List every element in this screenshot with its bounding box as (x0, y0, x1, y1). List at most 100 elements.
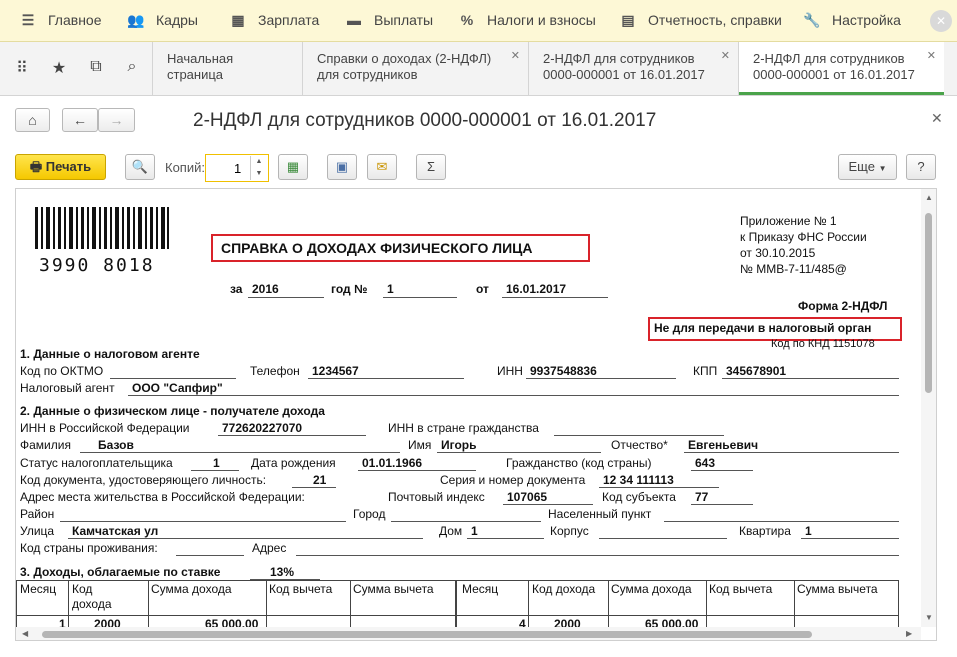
scroll-up-icon[interactable]: ▲ (925, 193, 933, 202)
street-label: Улица (20, 524, 55, 538)
scroll-right-icon[interactable]: ▶ (906, 629, 912, 638)
tab-ndfl-doc[interactable]: 2-НДФЛ для сотрудников 0000-000001 от 16… (528, 42, 738, 95)
magnifier-icon: 🔍 (131, 159, 149, 174)
kpp-value: 345678901 (726, 364, 787, 378)
close-window-icon[interactable]: ✕ (931, 110, 943, 127)
tab-home[interactable]: Начальная страница (152, 42, 302, 95)
knd-code: Код по КНД 1151078 (771, 338, 875, 350)
underline (691, 504, 753, 505)
search-icon[interactable]: ⌕ (120, 58, 144, 78)
forward-button[interactable]: → (98, 108, 135, 132)
vertical-scroll-thumb[interactable] (925, 213, 932, 393)
name-label: Имя (408, 438, 432, 452)
agent-value: ООО "Сапфир" (132, 381, 223, 395)
scroll-left-icon[interactable]: ◀ (22, 629, 28, 638)
tax-rate: 13% (270, 565, 295, 579)
close-app-icon[interactable]: ✕ (930, 10, 952, 32)
percent-icon: % (460, 12, 474, 28)
underline (554, 435, 724, 436)
postcode-label: Почтовый индекс (388, 490, 485, 504)
patronymic-label: Отчество* (611, 438, 668, 452)
doc-series-value: 12 34 111113 (603, 473, 674, 487)
print-button[interactable]: 🖶 Печать (15, 154, 106, 180)
city-label: Город (353, 507, 386, 521)
tab-ndfl-list[interactable]: Справки о доходах (2-НДФЛ) для сотрудник… (302, 42, 528, 95)
menu-item-reports[interactable]: ▤ Отчетность, справки (618, 12, 782, 29)
table-header: Месяц (20, 582, 57, 596)
name-value: Игорь (441, 438, 477, 452)
underline (467, 538, 544, 539)
back-button[interactable]: ← (62, 108, 98, 132)
save-button[interactable]: ▣ (327, 154, 357, 180)
tab-ndfl-doc-active[interactable]: 2-НДФЛ для сотрудников 0000-000001 от 16… (738, 42, 944, 95)
patronymic-value: Евгеньевич (688, 438, 759, 452)
grid-menu-icon[interactable]: ⠿ (10, 58, 34, 78)
spreadsheet-document[interactable]: 3990 8018 СПРАВКА О ДОХОДАХ ФИЗИЧЕСКОГО … (16, 189, 921, 627)
year-label: за (230, 282, 243, 296)
scroll-down-icon[interactable]: ▼ (925, 613, 933, 622)
menu-item-settings[interactable]: 🔧 Настройка (802, 12, 901, 29)
horizontal-scroll-thumb[interactable] (42, 631, 812, 638)
history-icon[interactable]: ⧉ (84, 58, 108, 78)
menu-item-payments[interactable]: ▬ Выплаты (344, 12, 433, 28)
street-value: Камчатская ул (72, 524, 159, 538)
date-value: 16.01.2017 (506, 282, 567, 296)
underline (526, 378, 676, 379)
phone-value: 1234567 (312, 364, 359, 378)
star-icon[interactable]: ★ (47, 58, 71, 78)
table-cell: 65 000.00 (645, 617, 699, 627)
vertical-scrollbar[interactable]: ▲ ▼ (921, 189, 936, 627)
inn-rf-label: ИНН в Российской Федерации (20, 421, 190, 435)
table-header: Месяц (462, 582, 499, 596)
house-value: 1 (471, 524, 478, 538)
section-2-heading: 2. Данные о физическом лице - получателе… (20, 404, 325, 418)
underline (437, 452, 601, 453)
birth-value: 01.01.1966 (362, 456, 423, 470)
number-label: год № (331, 282, 368, 296)
home-button[interactable]: ⌂ (15, 108, 50, 132)
underline (248, 297, 324, 298)
menu-item-salary[interactable]: ▦ Зарплата (228, 12, 319, 29)
surname-value: Базов (98, 438, 134, 452)
menu-item-taxes[interactable]: % Налоги и взносы (457, 12, 596, 28)
horizontal-scrollbar[interactable]: ◀ ▶ (16, 627, 921, 640)
send-email-button[interactable]: ✉ (367, 154, 397, 180)
edit-mode-button[interactable]: ▦ (278, 154, 308, 180)
floppy-icon: ▣ (335, 159, 349, 174)
doc-code-value: 21 (313, 473, 327, 487)
flat-label: Квартира (739, 524, 791, 538)
menu-item-hr[interactable]: 👥 Кадры (126, 12, 198, 29)
close-tab-icon[interactable]: ✕ (721, 48, 730, 64)
arrow-left-icon: ← (73, 112, 87, 128)
spin-up-icon[interactable]: ▲ (251, 156, 267, 168)
citizenship-label: Гражданство (код страны) (506, 456, 652, 470)
appendix-line: к Приказу ФНС России (740, 230, 867, 244)
preview-button[interactable]: 🔍 (125, 154, 155, 180)
underline (502, 297, 608, 298)
section-3-heading: 3. Доходы, облагаемые по ставке (20, 565, 221, 579)
underline (68, 538, 423, 539)
table-header: Код вычета (269, 582, 333, 596)
more-button[interactable]: Еще ▼ (838, 154, 897, 180)
close-tab-icon[interactable]: ✕ (511, 48, 520, 64)
underline (60, 521, 346, 522)
underline (110, 378, 236, 379)
menu-item-main[interactable]: ☰ Главное (18, 12, 102, 29)
copies-spinner[interactable]: ▲ ▼ (250, 156, 267, 180)
table-divider (608, 581, 609, 627)
table-divider (706, 581, 707, 627)
table-divider (794, 581, 795, 627)
barcode-number: 3990 8018 (39, 255, 155, 276)
address-label: Адрес места жительства в Российской Феде… (20, 490, 305, 504)
table-header: Код дохода (532, 582, 596, 596)
building-label: Корпус (550, 524, 589, 538)
status-label: Статус налогоплательщика (20, 456, 173, 470)
sum-button[interactable]: Σ (416, 154, 446, 180)
close-tab-icon[interactable]: ✕ (927, 48, 936, 64)
edit-table-icon: ▦ (286, 159, 300, 174)
table-divider (68, 581, 69, 627)
spin-down-icon[interactable]: ▼ (251, 168, 267, 180)
help-button[interactable]: ? (906, 154, 936, 180)
postcode-value: 107065 (507, 490, 548, 504)
citizenship-value: 643 (695, 456, 716, 470)
